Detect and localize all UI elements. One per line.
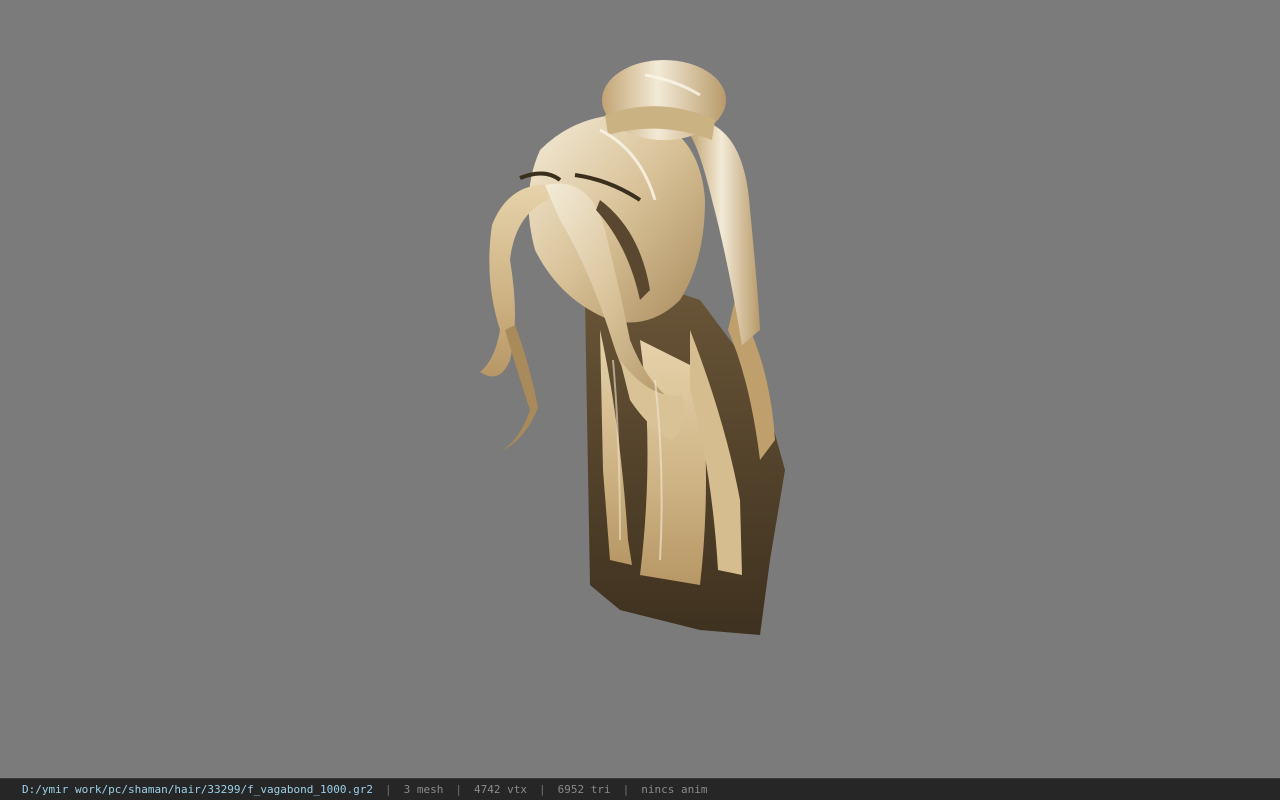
hair-model[interactable] xyxy=(0,0,1280,778)
mesh-count-label: 3 mesh xyxy=(403,783,444,796)
separator: | xyxy=(455,783,462,796)
animation-status-label: nincs anim xyxy=(641,783,708,796)
separator: | xyxy=(385,783,392,796)
vertex-count-label: 4742 vtx xyxy=(474,783,527,796)
file-path-label: D:/ymir work/pc/shaman/hair/33299/f_vaga… xyxy=(22,783,373,796)
separator: | xyxy=(622,783,630,796)
triangle-count-label: 6952 tri xyxy=(557,783,611,796)
3d-viewport[interactable] xyxy=(0,0,1280,778)
separator: | xyxy=(538,783,546,796)
status-bar: D:/ymir work/pc/shaman/hair/33299/f_vaga… xyxy=(0,778,1280,800)
